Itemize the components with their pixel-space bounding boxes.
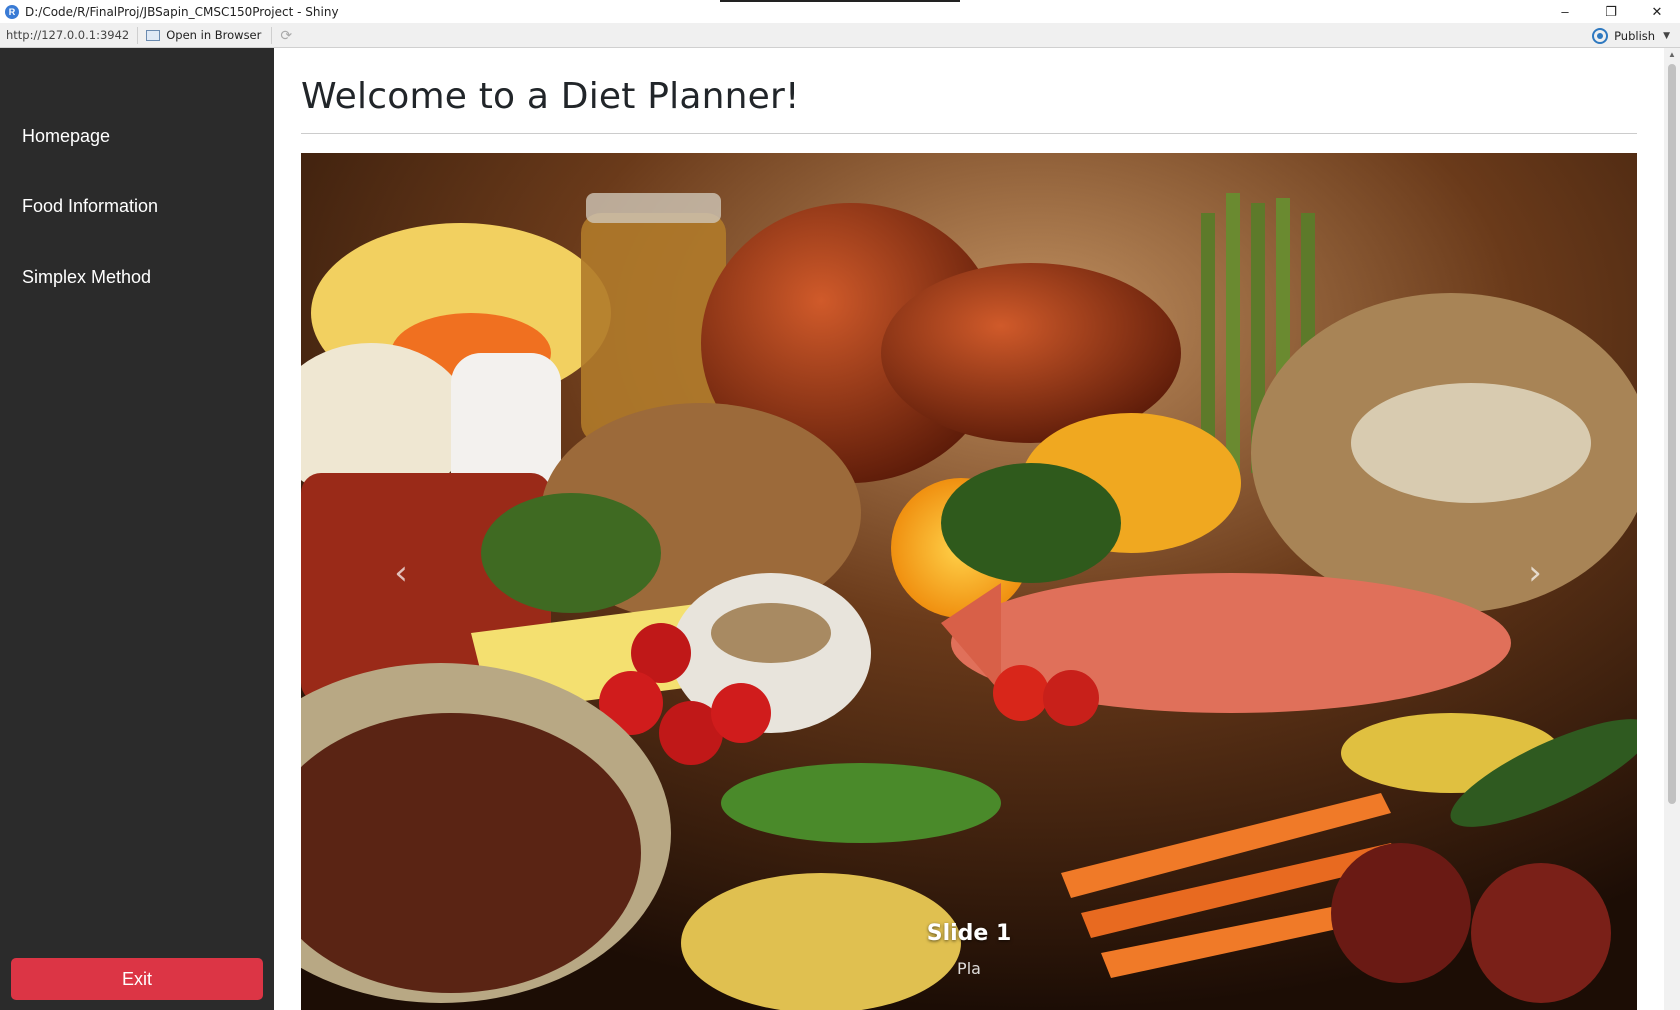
viewer-toolbar: http://127.0.0.1:3942 Open in Browser ⟳ … (0, 23, 1680, 48)
r-app-icon: R (5, 4, 19, 19)
carousel-prev-chevron-icon[interactable]: ‹ (381, 553, 421, 593)
carousel-next-chevron-icon[interactable]: › (1515, 553, 1555, 593)
titlebar-accent (720, 0, 960, 2)
open-in-browser-label: Open in Browser (166, 28, 262, 42)
sidebar-item-simplex-method[interactable]: Simplex Method (22, 267, 151, 288)
vertical-scrollbar[interactable]: ▲ (1664, 48, 1680, 1010)
publish-icon (1592, 27, 1609, 44)
sidebar-item-food-information[interactable]: Food Information (22, 196, 158, 217)
window-controls: – ❐ ✕ (1542, 0, 1680, 23)
page-title: Welcome to a Diet Planner! (301, 76, 800, 117)
scroll-up-icon[interactable]: ▲ (1664, 50, 1680, 62)
scrollbar-thumb[interactable] (1668, 64, 1676, 804)
window-titlebar: R D:/Code/R/FinalProj/JBSapin_CMSC150Pro… (0, 0, 1680, 23)
carousel-caption-title: Slide 1 (926, 921, 1012, 946)
publish-button[interactable]: Publish ▼ (1592, 23, 1670, 48)
window-title: D:/Code/R/FinalProj/JBSapin_CMSC150Proje… (25, 4, 339, 19)
image-carousel[interactable]: ‹ › Slide 1 Pla (301, 153, 1637, 1010)
browser-window-icon (146, 29, 161, 41)
title-divider (301, 133, 1637, 134)
sidebar-item-homepage[interactable]: Homepage (22, 126, 110, 147)
exit-button[interactable]: Exit (11, 958, 263, 1000)
refresh-icon[interactable]: ⟳ (280, 27, 292, 44)
food-photo (301, 153, 1637, 1010)
carousel-caption-text: Pla (957, 959, 981, 978)
chevron-down-icon[interactable]: ▼ (1663, 31, 1670, 41)
close-button[interactable]: ✕ (1634, 0, 1680, 23)
sidebar: Homepage Food Information Simplex Method… (0, 48, 274, 1010)
minimize-button[interactable]: – (1542, 0, 1588, 23)
open-in-browser-button[interactable]: Open in Browser (146, 26, 273, 44)
url-field[interactable]: http://127.0.0.1:3942 (0, 26, 139, 44)
publish-label: Publish (1614, 28, 1656, 43)
restore-button[interactable]: ❐ (1588, 0, 1634, 23)
